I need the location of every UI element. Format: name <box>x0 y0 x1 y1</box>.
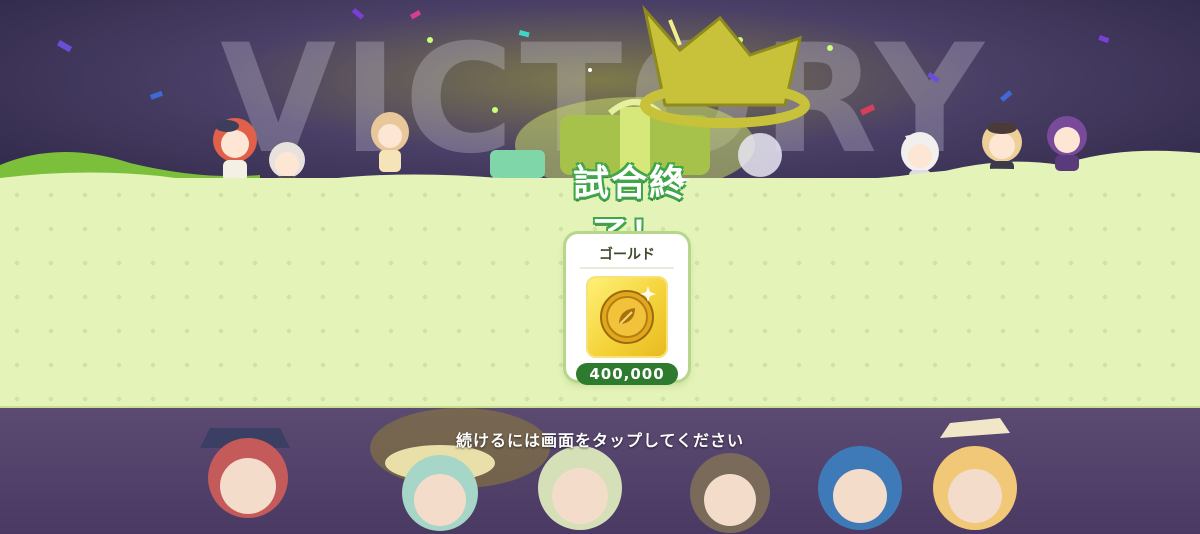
gold-coin-icon <box>600 286 656 344</box>
crown-icon <box>640 4 810 128</box>
reward-amount-badge: 400,000 <box>576 363 678 385</box>
reward-divider <box>580 267 674 269</box>
result-screen[interactable]: VICTORY <box>0 0 1200 534</box>
reward-name: ゴールド <box>599 247 655 263</box>
reward-icon-frame <box>586 276 668 358</box>
reward-card-gold: ゴールド 400,000 <box>566 234 688 385</box>
sparkle-icon <box>670 170 690 190</box>
tap-to-continue-text: 続けるには画面をタップしてください <box>455 431 745 450</box>
